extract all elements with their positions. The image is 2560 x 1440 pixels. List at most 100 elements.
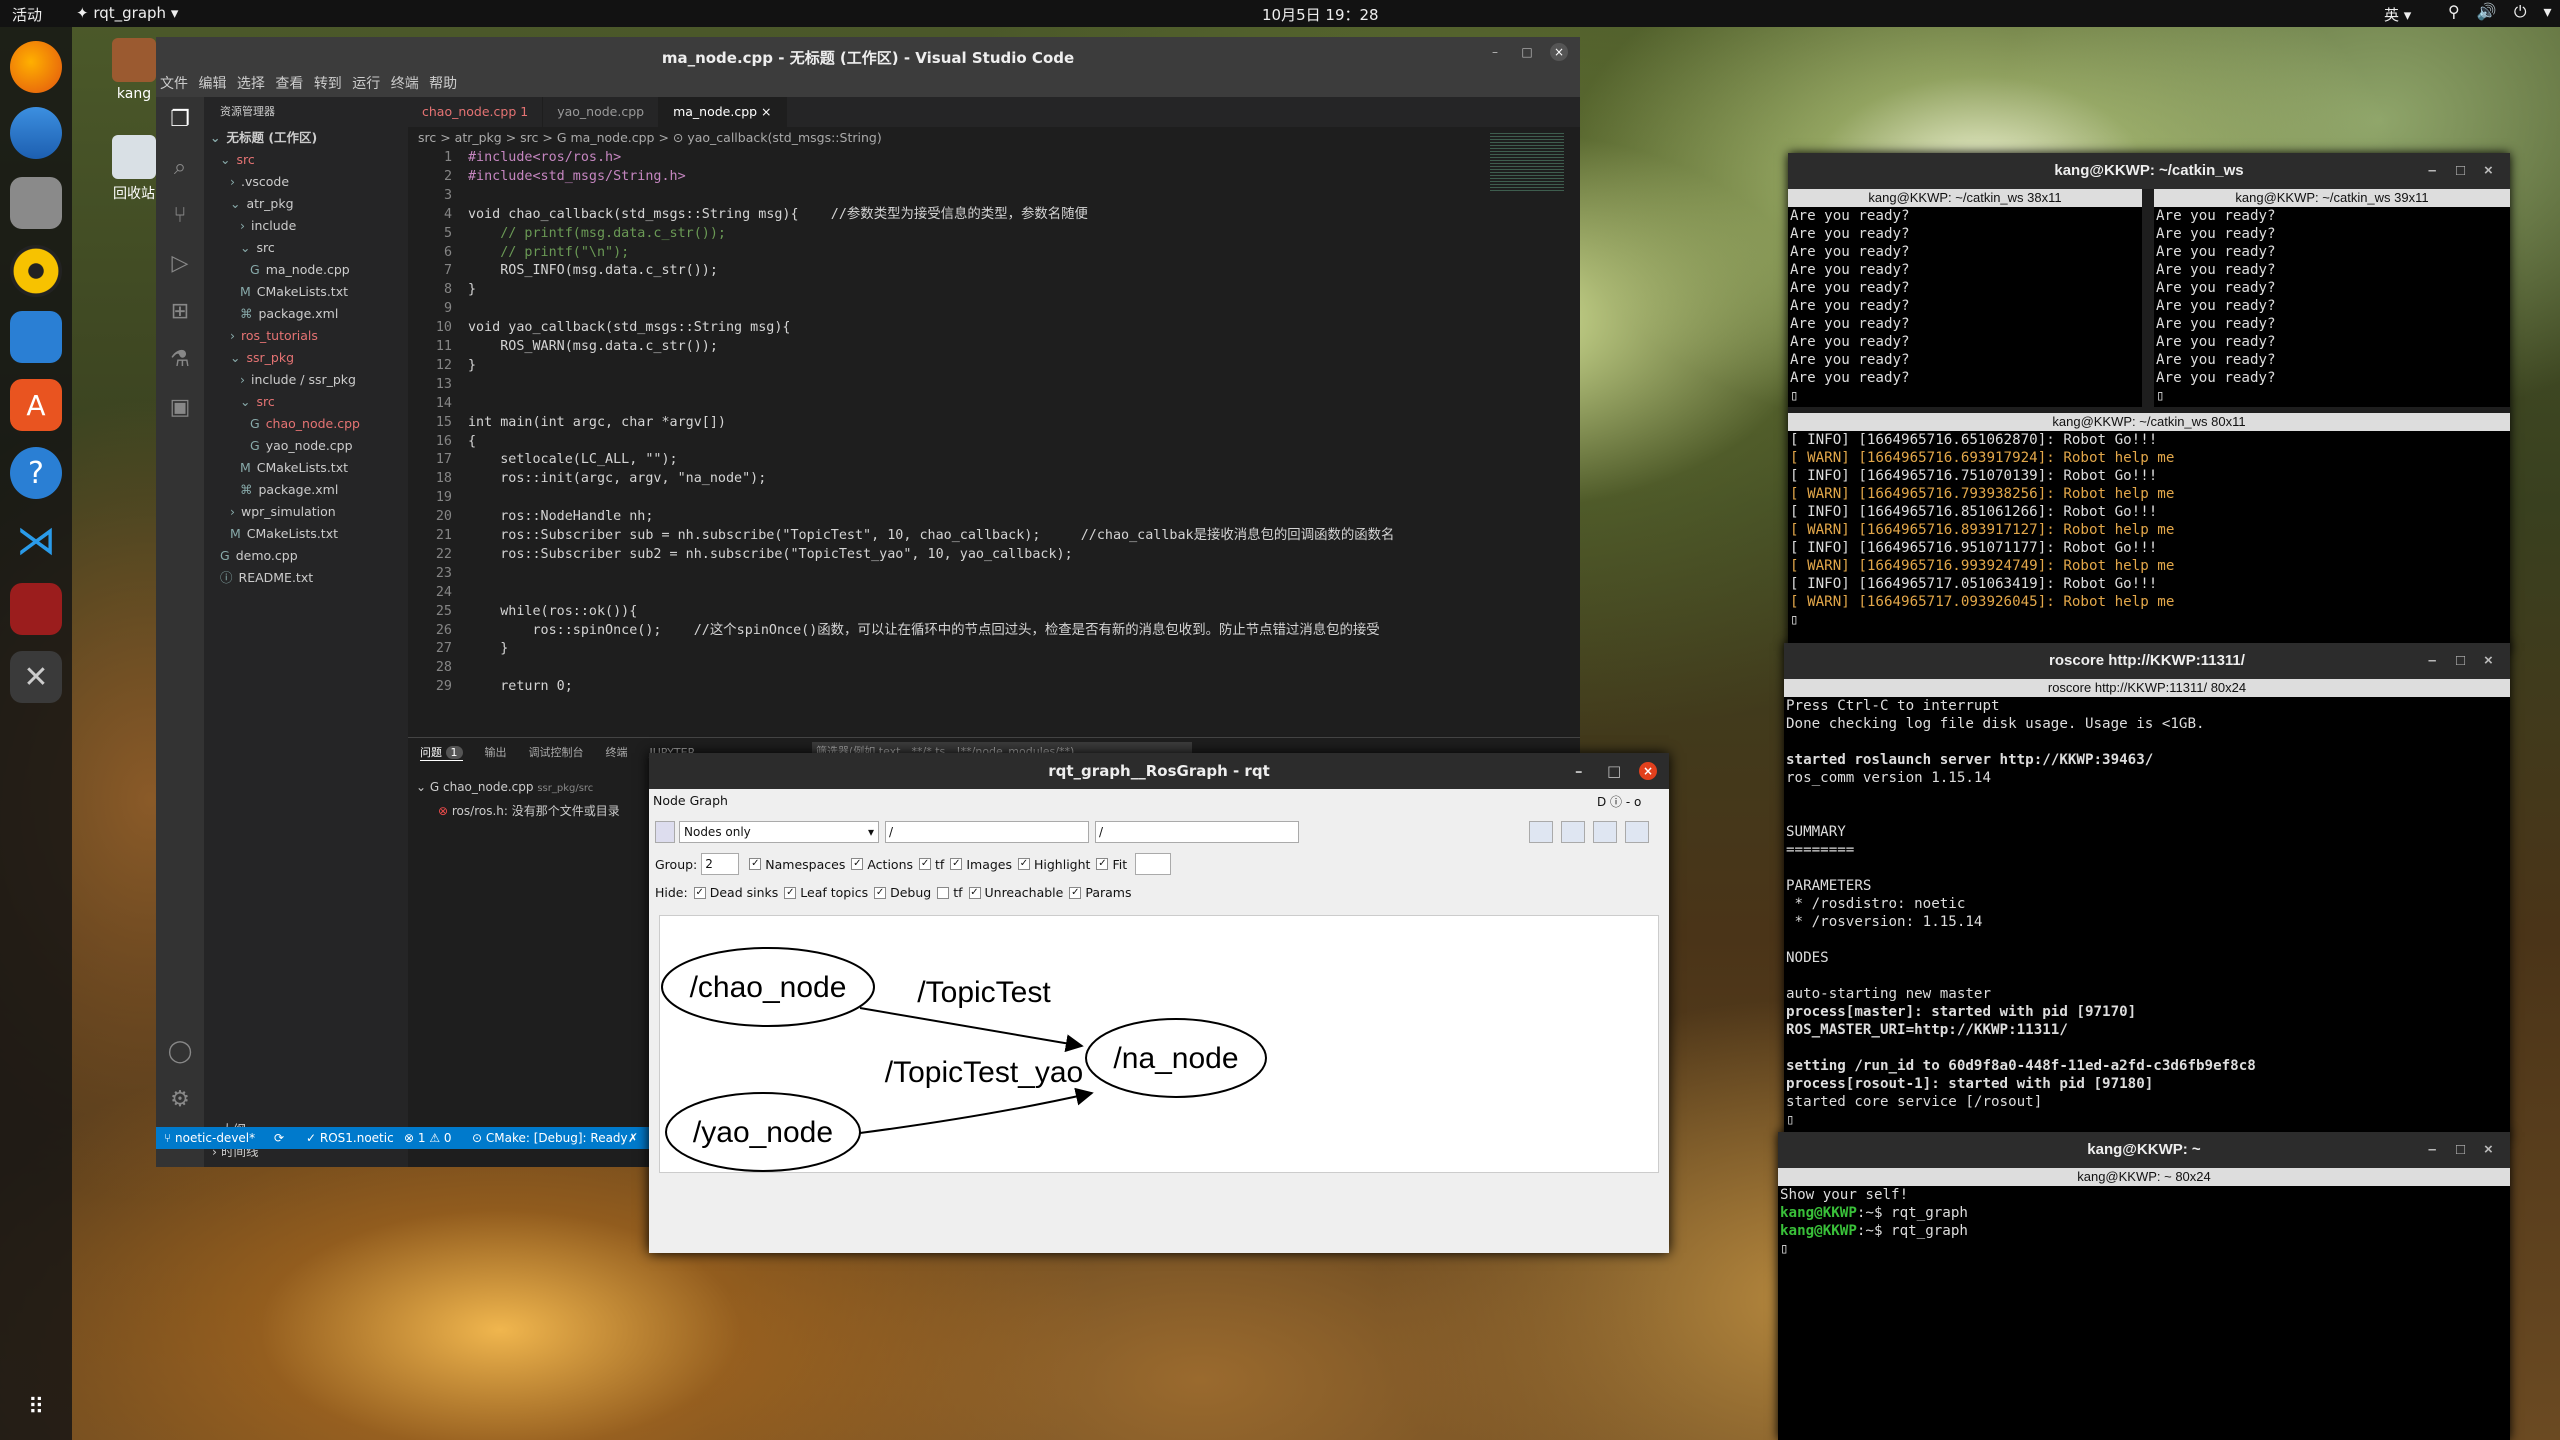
firefox-icon[interactable] bbox=[10, 41, 62, 93]
tree-item[interactable]: Gchao_node.cpp bbox=[204, 413, 408, 435]
ros-icon[interactable]: ▣ bbox=[166, 395, 194, 423]
menu-edit[interactable]: 编辑 bbox=[198, 76, 226, 92]
checkbox-row2-0[interactable]: ✓ Dead sinks bbox=[688, 885, 778, 900]
node-filter-input[interactable]: / bbox=[885, 821, 1089, 843]
tools-status[interactable]: ✗ bbox=[628, 1127, 638, 1149]
checkbox-box[interactable]: ✓ bbox=[851, 858, 864, 870]
branch-status[interactable]: ⑂ noetic-devel* bbox=[164, 1127, 255, 1149]
maximize-button[interactable]: □ bbox=[1607, 753, 1621, 789]
tree-item[interactable]: M CMakeLists.txt bbox=[204, 457, 408, 479]
problem-item[interactable]: ⊗ ros/ros.h: 没有那个文件或目录 bbox=[438, 802, 620, 819]
explorer-icon[interactable]: ❐ bbox=[166, 107, 194, 135]
checkbox-box[interactable]: ✓ bbox=[874, 886, 887, 899]
software-center-icon[interactable]: A bbox=[10, 379, 62, 431]
terminal-pane[interactable]: roscore http://KKWP:11311/ 80x24 Press C… bbox=[1784, 679, 2510, 1137]
tree-item[interactable]: ⌘ package.xml bbox=[204, 303, 408, 325]
minimize-button[interactable]: – bbox=[2428, 1132, 2436, 1168]
settings-gear-icon[interactable]: ⚙ bbox=[166, 1087, 194, 1115]
checkbox-row1-3[interactable]: ✓ Images bbox=[944, 857, 1012, 872]
tree-item[interactable]: ⌄ src bbox=[204, 149, 408, 171]
home-folder[interactable]: kang bbox=[104, 38, 164, 102]
terminal-pane-left[interactable]: kang@KKWP: ~/catkin_ws 38x11 Are you rea… bbox=[1788, 189, 2142, 407]
trash[interactable]: 回收站 bbox=[104, 135, 164, 203]
tree-item[interactable]: › wpr_simulation bbox=[204, 501, 408, 523]
checkbox-row1-4[interactable]: ✓ Highlight bbox=[1012, 857, 1090, 872]
plugin-controls[interactable]: D ⓘ - o bbox=[1597, 793, 1641, 810]
graph-mode-select[interactable]: Nodes only ▾ bbox=[679, 821, 879, 843]
menu-view[interactable]: 查看 bbox=[275, 76, 303, 92]
terminal-pane[interactable]: kang@KKWP: ~ 80x24 Show your self! kang@… bbox=[1778, 1168, 2510, 1440]
terminal-app-icon[interactable] bbox=[10, 583, 62, 635]
tree-item[interactable]: Gma_node.cpp bbox=[204, 259, 408, 281]
checkbox-box[interactable] bbox=[937, 886, 950, 899]
tree-item[interactable]: › include bbox=[204, 215, 408, 237]
extensions-icon[interactable]: ⊞ bbox=[166, 299, 194, 327]
menu-terminal[interactable]: 终端 bbox=[391, 76, 419, 92]
show-apps-icon[interactable]: ⠿ bbox=[10, 1381, 62, 1433]
close-button[interactable]: × bbox=[1639, 762, 1657, 780]
save-image-icon[interactable] bbox=[1625, 821, 1649, 843]
checkbox-box[interactable]: ✓ bbox=[919, 858, 932, 870]
node-na[interactable]: /na_node bbox=[1113, 1042, 1238, 1075]
minimize-button[interactable]: – bbox=[1486, 43, 1504, 61]
checkbox-box[interactable]: ✓ bbox=[950, 858, 963, 870]
checkbox-row1-0[interactable]: ✓ Namespaces bbox=[743, 857, 845, 872]
tab-terminal[interactable]: 终端 bbox=[606, 744, 628, 760]
tree-item[interactable]: M CMakeLists.txt bbox=[204, 281, 408, 303]
vscode-icon[interactable]: ⋊ bbox=[10, 515, 62, 567]
checkbox-row2-4[interactable]: ✓ Unreachable bbox=[963, 885, 1063, 900]
maximize-button[interactable]: □ bbox=[2456, 643, 2465, 679]
checkbox-row2-5[interactable]: ✓ Params bbox=[1063, 885, 1131, 900]
minimize-button[interactable]: – bbox=[2428, 153, 2436, 189]
checkbox-row1-2[interactable]: ✓ tf bbox=[913, 857, 944, 872]
tab-chao-node[interactable]: chao_node.cpp 1 bbox=[408, 97, 544, 127]
help-icon[interactable]: ? bbox=[10, 447, 62, 499]
menu-go[interactable]: 转到 bbox=[314, 76, 342, 92]
menu-file[interactable]: 文件 bbox=[160, 76, 188, 92]
checkbox-row2-1[interactable]: ✓ Leaf topics bbox=[778, 885, 868, 900]
tab-problems[interactable]: 问题 1 bbox=[420, 744, 463, 761]
account-icon[interactable]: ◯ bbox=[166, 1039, 194, 1067]
run-debug-icon[interactable]: ▷ bbox=[166, 251, 194, 279]
checkbox-box[interactable]: ✓ bbox=[693, 886, 706, 899]
maximize-button[interactable]: □ bbox=[2456, 153, 2465, 189]
minimap[interactable] bbox=[1490, 131, 1564, 191]
checkbox-box[interactable]: ✓ bbox=[1096, 858, 1109, 870]
sync-status[interactable]: ⟳ bbox=[274, 1127, 284, 1149]
errors-status[interactable]: ⊗ 1 ⚠ 0 bbox=[404, 1127, 452, 1149]
tree-item[interactable]: ⌄ 无标题 (工作区) bbox=[204, 127, 408, 149]
group-spinbox[interactable]: 2 bbox=[701, 853, 740, 875]
tree-item[interactable]: ⌄ src bbox=[204, 391, 408, 413]
maximize-button[interactable]: □ bbox=[2456, 1132, 2465, 1168]
tab-ma-node[interactable]: ma_node.cpp × bbox=[659, 97, 787, 127]
tree-item[interactable]: ⌄ ssr_pkg bbox=[204, 347, 408, 369]
edge-label-topictest-yao[interactable]: /TopicTest_yao bbox=[885, 1056, 1083, 1089]
maximize-button[interactable]: □ bbox=[1518, 43, 1536, 61]
ros-graph-canvas[interactable]: /chao_node /yao_node /na_node /TopicTest… bbox=[659, 915, 1659, 1173]
close-button[interactable]: × bbox=[1550, 43, 1568, 61]
terminal-pane-bottom[interactable]: kang@KKWP: ~/catkin_ws 80x11 [ INFO] [16… bbox=[1788, 413, 2510, 651]
save-dot-icon[interactable] bbox=[1561, 821, 1585, 843]
files-icon[interactable] bbox=[10, 177, 62, 229]
testing-icon[interactable]: ⚗ bbox=[166, 347, 194, 375]
rqt-tools-icon[interactable]: ✕ bbox=[10, 651, 62, 703]
input-method-indicator[interactable]: 英 ▾ bbox=[2384, 4, 2411, 25]
source-control-icon[interactable]: ⑂ bbox=[166, 203, 194, 231]
problem-file-row[interactable]: ⌄ G chao_node.cpp ssr_pkg/src bbox=[416, 780, 593, 794]
close-button[interactable]: × bbox=[2484, 153, 2493, 189]
tree-item[interactable]: ⌄ src bbox=[204, 237, 408, 259]
tree-item[interactable]: Gdemo.cpp bbox=[204, 545, 408, 567]
close-button[interactable]: × bbox=[2484, 1132, 2493, 1168]
terminal-pane-right[interactable]: kang@KKWP: ~/catkin_ws 39x11 Are you rea… bbox=[2154, 189, 2510, 407]
breadcrumb[interactable]: src > atr_pkg > src > G ma_node.cpp > ⊙ … bbox=[408, 127, 1580, 149]
checkbox-row1-5[interactable]: ✓ Fit bbox=[1090, 857, 1127, 872]
menu-help[interactable]: 帮助 bbox=[429, 76, 457, 92]
libreoffice-writer-icon[interactable] bbox=[10, 311, 62, 363]
checkbox-row2-2[interactable]: ✓ Debug bbox=[868, 885, 931, 900]
ros-status[interactable]: ✓ ROS1.noetic bbox=[306, 1127, 394, 1149]
minimize-button[interactable]: – bbox=[1575, 753, 1583, 789]
fit-extra-button[interactable] bbox=[1135, 853, 1172, 875]
node-yao[interactable]: /yao_node bbox=[693, 1116, 833, 1149]
tab-yao-node[interactable]: yao_node.cpp bbox=[543, 97, 660, 127]
cmake-status[interactable]: ⊙ CMake: [Debug]: Ready bbox=[472, 1127, 628, 1149]
